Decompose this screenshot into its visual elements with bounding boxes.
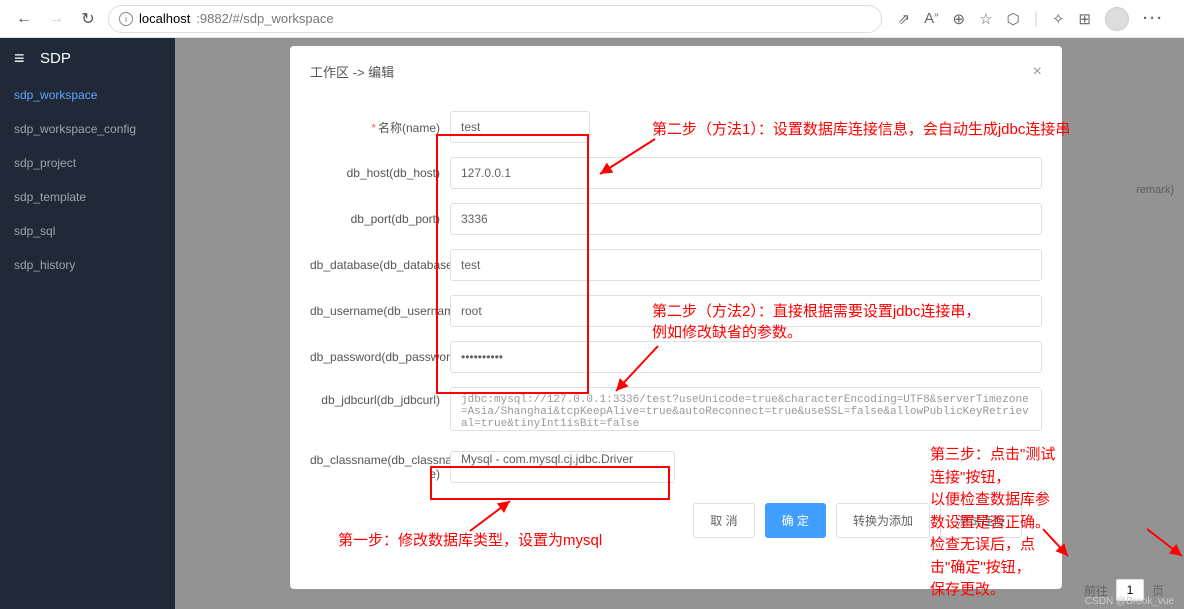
info-icon: i — [119, 12, 133, 26]
test-connection-button[interactable]: 测试连接 — [940, 503, 1022, 538]
sidebar-item-project[interactable]: sdp_project — [0, 146, 175, 180]
label-jdbcurl: db_jdbcurl(db_jdbcurl) — [310, 387, 450, 407]
extension-icon[interactable]: ⬡ — [1007, 10, 1020, 28]
label-classname: db_classname(db_classname)e) — [310, 453, 450, 481]
annotation-step3-3: 检查无误后，点击"确定"按钮， — [930, 534, 1062, 579]
dbdatabase-input[interactable] — [450, 249, 1042, 281]
share-icon[interactable]: ⇗ — [898, 10, 911, 28]
label-dbpassword: db_password(db_password) — [310, 350, 450, 364]
sidebar-item-history[interactable]: sdp_history — [0, 248, 175, 282]
sidebar-item-sql[interactable]: sdp_sql — [0, 214, 175, 248]
forward-button[interactable]: → — [44, 7, 68, 31]
sidebar: SDP sdp_workspace sdp_workspace_config s… — [0, 38, 175, 609]
convert-button[interactable]: 转换为添加 — [836, 503, 930, 538]
url-host: localhost — [139, 11, 190, 26]
collections-icon[interactable]: ⊞ — [1078, 10, 1091, 28]
app-header: SDP — [0, 38, 175, 78]
hamburger-icon[interactable] — [14, 48, 30, 69]
edit-modal: 工作区 -> 编辑 × *名称(name) db_host(db_host) d… — [290, 46, 1062, 589]
name-input[interactable] — [450, 111, 590, 143]
dbhost-input[interactable] — [450, 157, 1042, 189]
refresh-button[interactable]: ↻ — [76, 7, 100, 31]
close-icon[interactable]: × — [1033, 63, 1042, 81]
text-size-icon[interactable]: A» — [924, 10, 938, 27]
label-dbusername: db_username(db_username) — [310, 304, 450, 318]
zoom-icon[interactable]: ⊕ — [953, 10, 966, 28]
main-content: remark) 工作区 -> 编辑 × *名称(name) db_host(db… — [175, 38, 1184, 609]
dbport-input[interactable] — [450, 203, 1042, 235]
cancel-button[interactable]: 取 消 — [693, 503, 754, 538]
favorites-bar-icon[interactable]: ✧ — [1052, 10, 1065, 28]
sidebar-item-template[interactable]: sdp_template — [0, 180, 175, 214]
dbpassword-input[interactable] — [450, 341, 1042, 373]
url-path: :9882/#/sdp_workspace — [196, 11, 333, 26]
sidebar-item-workspace[interactable]: sdp_workspace — [0, 78, 175, 112]
address-bar[interactable]: i localhost :9882/#/sdp_workspace — [108, 5, 882, 33]
confirm-button[interactable]: 确 定 — [765, 503, 826, 538]
app-title: SDP — [40, 50, 71, 67]
watermark: CSDN @Brook_vue — [1085, 596, 1174, 607]
classname-select[interactable]: Mysql - com.mysql.cj.jdbc.Driver — [450, 451, 675, 483]
modal-title: 工作区 -> 编辑 — [310, 62, 394, 81]
profile-avatar[interactable] — [1105, 7, 1129, 31]
more-icon[interactable]: ··· — [1143, 10, 1164, 27]
back-button[interactable]: ← — [12, 7, 36, 31]
browser-actions: ⇗ A» ⊕ ☆ ⬡ | ✧ ⊞ ··· — [890, 7, 1173, 31]
favorite-icon[interactable]: ☆ — [979, 10, 992, 28]
sidebar-item-workspace-config[interactable]: sdp_workspace_config — [0, 112, 175, 146]
browser-toolbar: ← → ↻ i localhost :9882/#/sdp_workspace ⇗… — [0, 0, 1184, 38]
label-dbhost: db_host(db_host) — [310, 166, 450, 180]
label-name: 名称(name) — [378, 121, 440, 135]
dbusername-input[interactable] — [450, 295, 1042, 327]
label-dbdatabase: db_database(db_database) — [310, 258, 450, 272]
jdbcurl-input[interactable]: jdbc:mysql://127.0.0.1:3336/test?useUnic… — [450, 387, 1042, 431]
label-dbport: db_port(db_port) — [310, 212, 450, 226]
